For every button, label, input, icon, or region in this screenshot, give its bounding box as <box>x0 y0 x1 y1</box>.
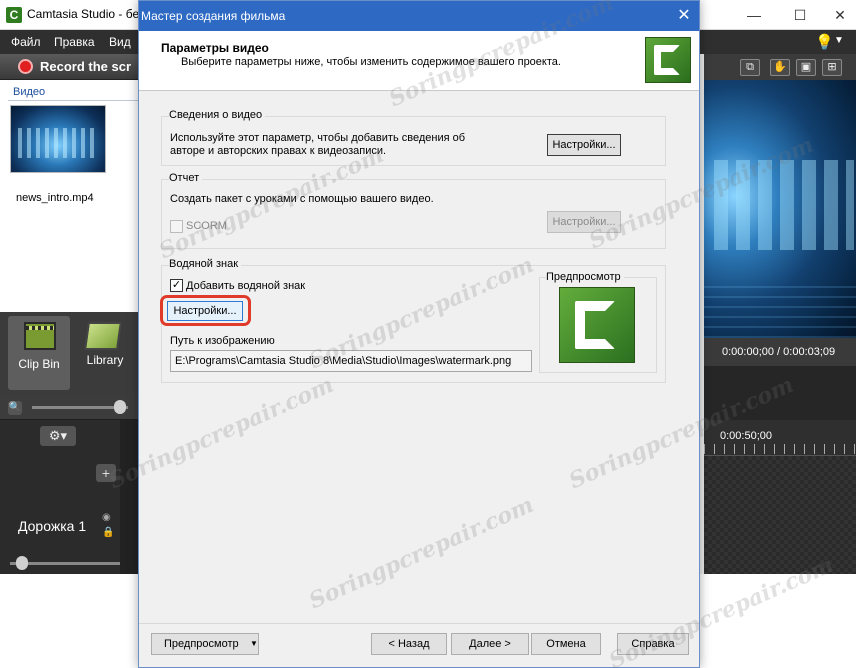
record-icon <box>18 59 33 74</box>
clip-name: news_intro.mp4 <box>16 192 94 204</box>
video-info-description-line2: авторе и авторских правах к видеозаписи. <box>170 145 387 157</box>
report-description: Создать пакет с уроками с помощью вашего… <box>170 193 434 205</box>
record-label: Record the scr <box>40 59 132 74</box>
video-info-settings-button[interactable]: Настройки... <box>547 134 621 156</box>
pan-hand-icon[interactable]: ✋ <box>770 59 790 76</box>
clip-thumbnail-detail <box>18 128 98 158</box>
next-button[interactable]: Далее > <box>451 633 529 655</box>
dialog-title: Мастер создания фильма <box>141 9 286 23</box>
scorm-label[interactable]: SCORM <box>186 220 227 232</box>
cancel-button[interactable]: Отмена <box>531 633 601 655</box>
scroll-slider-track[interactable] <box>10 562 130 565</box>
film-icon <box>24 322 56 350</box>
report-settings-button[interactable]: Настройки... <box>547 211 621 233</box>
zoom-slider-handle[interactable] <box>114 400 126 414</box>
clip-bin-section-title: Видео <box>13 86 46 98</box>
ruler-label: 0:00:50;00 <box>720 430 772 442</box>
help-button[interactable]: Справка <box>617 633 689 655</box>
dialog-header: Параметры видео Выберите параметры ниже,… <box>139 31 699 91</box>
watermark-preview-image <box>559 287 635 363</box>
timecode: 0:00:00;00 / 0:00:03;09 <box>722 346 836 358</box>
preview-video-frame <box>704 80 856 338</box>
timeline-track-panel: 🔍 ⚙▾ + Дорожка 1 ◉ 🔒 <box>0 394 140 574</box>
step-title: Параметры видео <box>161 41 269 55</box>
track-name: Дорожка 1 <box>18 518 87 534</box>
scroll-slider-handle[interactable] <box>16 556 28 570</box>
timeline-ruler[interactable]: 0:00:50;00 <box>704 420 856 456</box>
menu-edit[interactable]: Правка <box>54 35 95 49</box>
report-group-title: Отчет <box>169 172 203 184</box>
lock-icon[interactable]: 🔒 <box>102 527 114 538</box>
library-icon[interactable] <box>84 322 122 350</box>
dialog-close-icon[interactable]: ✕ <box>673 5 695 27</box>
panel-tabs: Clip Bin Library <box>0 312 140 394</box>
dialog-title-bar: Мастер создания фильма ✕ <box>139 1 699 31</box>
camtasia-logo-icon <box>645 37 691 83</box>
app-title: Camtasia Studio - бе <box>27 7 140 21</box>
timeline-track-area[interactable] <box>704 456 856 574</box>
video-screens-detail <box>714 160 854 250</box>
crop-icon[interactable]: ⧉ <box>740 59 760 76</box>
tab-library-label[interactable]: Library <box>70 353 140 367</box>
preview-dropdown-button[interactable]: Предпросмотр ▼ <box>151 633 259 655</box>
ruler-ticks <box>704 444 856 454</box>
maximize-icon[interactable]: ☐ <box>790 5 810 25</box>
camtasia-logo-icon: C <box>6 7 22 23</box>
back-button[interactable]: < Назад <box>371 633 447 655</box>
video-floor-detail <box>704 280 856 338</box>
add-watermark-label[interactable]: Добавить водяной знак <box>186 280 305 292</box>
tab-clip-bin-label: Clip Bin <box>18 357 60 371</box>
zoom-row: 🔍 <box>0 394 140 420</box>
tab-clip-bin[interactable]: Clip Bin <box>8 316 70 390</box>
video-info-group-title: Сведения о видео <box>169 109 266 121</box>
step-subtitle: Выберите параметры ниже, чтобы изменить … <box>181 56 561 68</box>
playback-bar: 0:00:00;00 / 0:00:03;09 <box>704 338 856 366</box>
watermark-group-title: Водяной знак <box>169 258 242 270</box>
gear-icon[interactable]: ⚙▾ <box>40 426 76 446</box>
watermark-settings-button[interactable]: Настройки... <box>167 301 243 321</box>
close-icon[interactable]: ✕ <box>830 5 850 25</box>
divider <box>8 100 140 101</box>
menu-file[interactable]: Файл <box>11 35 41 49</box>
logo-c-glyph <box>654 45 680 75</box>
zoom-icon[interactable]: 🔍 <box>8 401 22 415</box>
video-info-description-line1: Используйте этот параметр, чтобы добавит… <box>170 132 466 144</box>
watermark-preview-title: Предпросмотр <box>546 271 624 283</box>
menu-view[interactable]: Вид <box>109 35 131 49</box>
chevron-down-icon: ▼ <box>250 639 258 648</box>
clip-bin-panel: Видео news_intro.mp4 <box>0 80 140 312</box>
footer-divider <box>139 623 699 624</box>
minimize-icon[interactable]: — <box>744 5 764 25</box>
timeline-strip <box>120 420 140 574</box>
add-watermark-checkbox[interactable]: ✓ <box>170 279 183 292</box>
image-path-label: Путь к изображению <box>170 335 275 347</box>
scorm-checkbox[interactable] <box>170 220 183 233</box>
preview-button-label: Предпросмотр <box>164 638 239 650</box>
preview-panel: ⧉ ✋ ▣ ⊞ 0:00:00;00 / 0:00:03;09 0:00:50;… <box>704 54 856 574</box>
production-wizard-dialog: Мастер создания фильма ✕ Параметры видео… <box>138 0 700 668</box>
logo-c-glyph <box>575 301 615 349</box>
eye-icon[interactable]: ◉ <box>102 512 111 523</box>
add-track-button[interactable]: + <box>96 464 116 482</box>
fit-icon[interactable]: ▣ <box>796 59 816 76</box>
preview-toolbar: ⧉ ✋ ▣ ⊞ <box>704 54 856 80</box>
image-path-field[interactable]: E:\Programs\Camtasia Studio 8\Media\Stud… <box>170 350 532 372</box>
chevron-down-icon[interactable]: ▼ <box>834 35 844 46</box>
record-screen-button[interactable]: Record the scr <box>0 54 140 80</box>
detach-icon[interactable]: ⊞ <box>822 59 842 76</box>
lightbulb-icon[interactable]: 💡 <box>815 33 834 51</box>
